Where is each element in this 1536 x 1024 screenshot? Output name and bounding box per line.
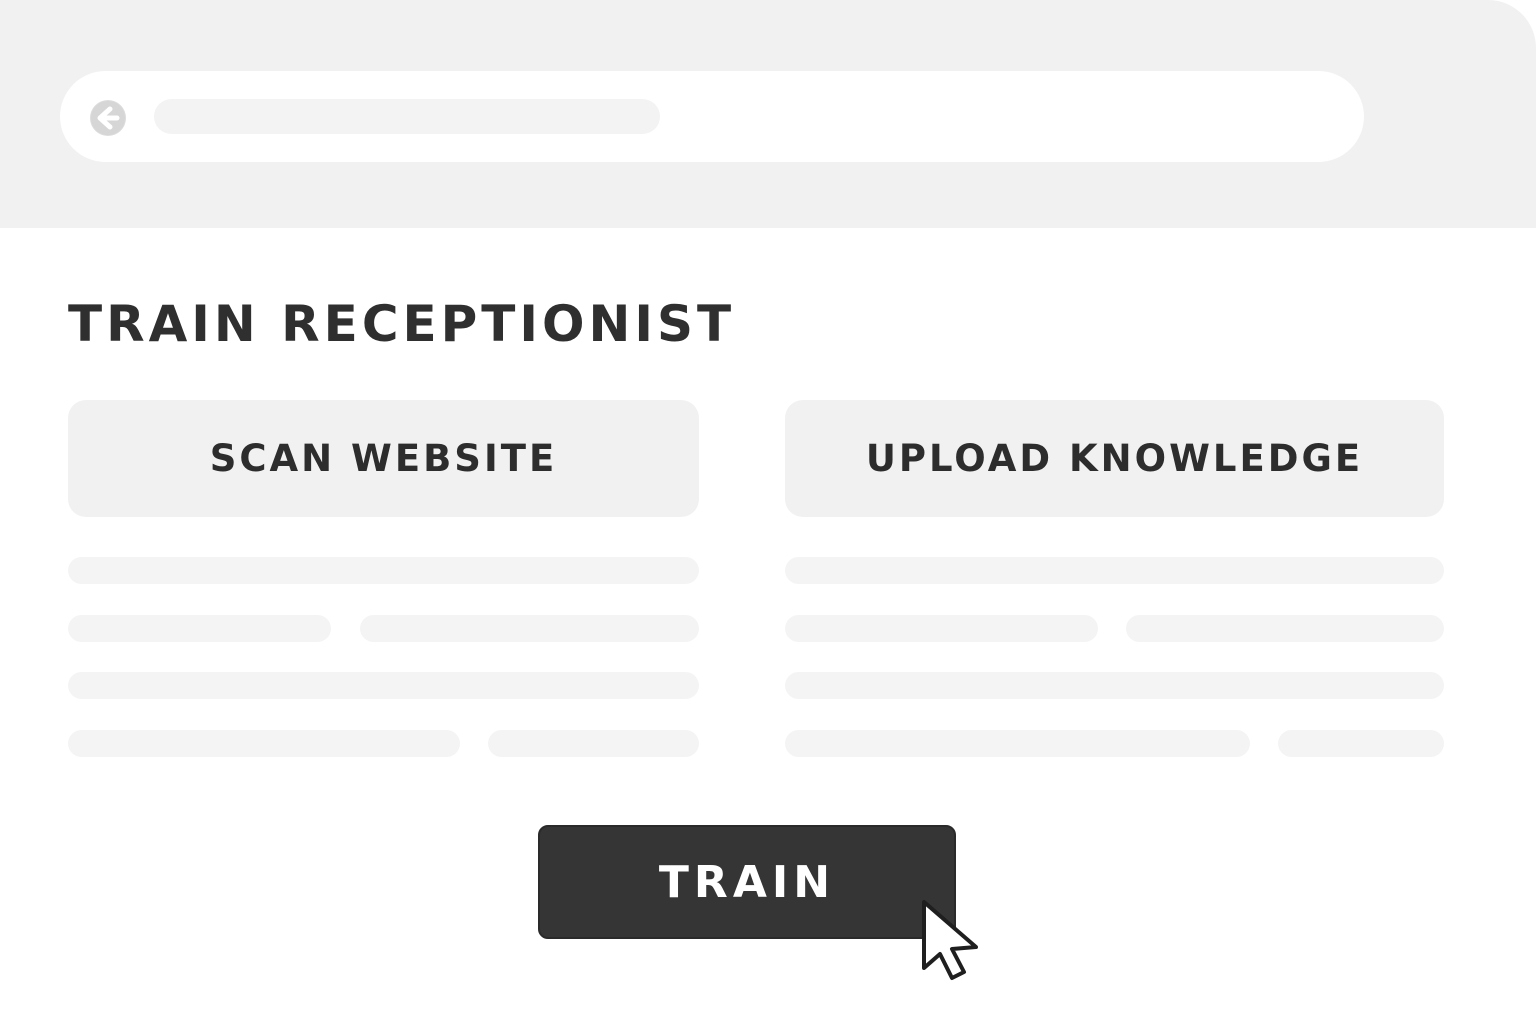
skeleton-line [68,730,460,757]
skeleton-line [785,615,1098,642]
train-button[interactable]: TRAIN [538,825,956,939]
skeleton-line [488,730,699,757]
page-title: TRAIN RECEPTIONIST [68,295,736,353]
skeleton-line [1126,615,1444,642]
skeleton-line [785,557,1444,584]
skeleton-line [360,615,699,642]
skeleton-line [68,615,331,642]
skeleton-line [785,730,1250,757]
skeleton-line [68,672,699,699]
skeleton-line [68,557,699,584]
upload-knowledge-button[interactable]: UPLOAD KNOWLEDGE [785,400,1444,517]
skeleton-line [785,672,1444,699]
mouse-pointer-icon [918,898,988,984]
back-arrow-icon[interactable] [90,100,126,136]
scan-website-button[interactable]: SCAN WEBSITE [68,400,699,517]
url-placeholder[interactable] [154,99,660,134]
browser-window: TRAIN RECEPTIONIST SCAN WEBSITE UPLOAD K… [0,0,1536,1024]
skeleton-line [1278,730,1444,757]
